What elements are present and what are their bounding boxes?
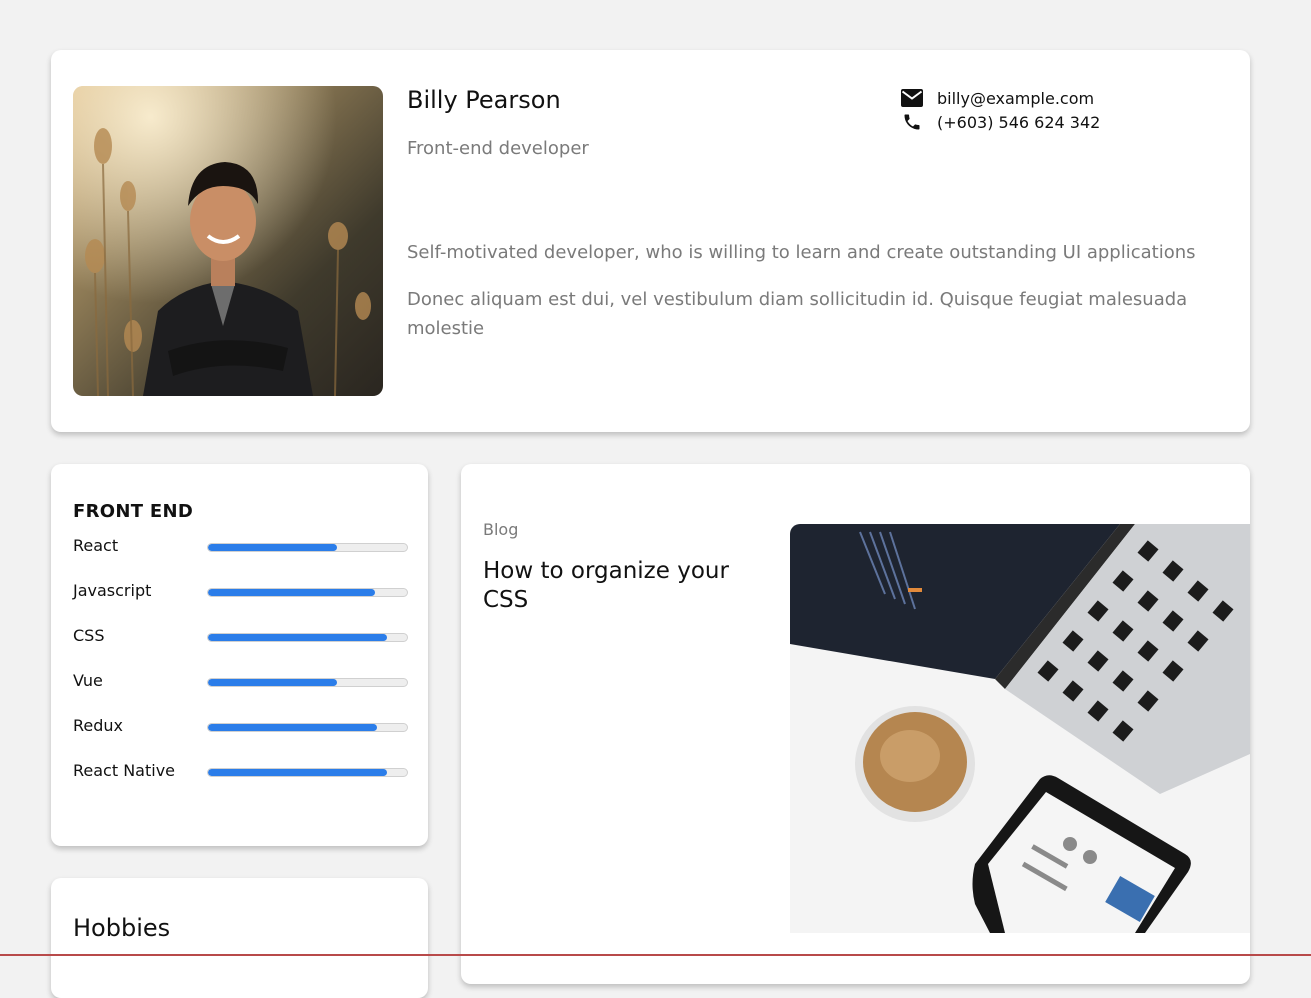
skill-progress-fill: [208, 679, 338, 686]
hobbies-card: Hobbies: [51, 878, 428, 998]
skill-row: Javascript: [73, 581, 408, 626]
skill-name: CSS: [73, 626, 105, 645]
skill-progress-bar: [207, 588, 408, 597]
skill-row: React Native: [73, 761, 408, 806]
skill-name: React Native: [73, 761, 176, 780]
skill-progress-fill: [208, 634, 388, 641]
blog-image[interactable]: [790, 524, 1250, 933]
phone-text[interactable]: (+603) 546 624 342: [937, 113, 1100, 132]
phone-icon: [901, 111, 923, 133]
skills-card: FRONT END React Javascript CSS Vue Redux Reac…: [51, 464, 428, 846]
skill-progress-bar: [207, 543, 408, 552]
skill-progress-fill: [208, 769, 388, 776]
skill-progress-fill: [208, 544, 338, 551]
blog-card[interactable]: Blog How to organize your CSS: [461, 464, 1250, 984]
hobbies-title: Hobbies: [73, 914, 171, 942]
envelope-icon: [901, 87, 923, 109]
profile-photo: [73, 86, 383, 396]
skill-row: CSS: [73, 626, 408, 671]
contact-email[interactable]: billy@example.com: [901, 86, 1100, 110]
skill-name: Javascript: [73, 581, 152, 600]
blog-category: Blog: [483, 520, 519, 539]
profile-about-line: Donec aliquam est dui, vel vestibulum di…: [407, 289, 1188, 339]
skill-progress-fill: [208, 589, 376, 596]
profile-about-line: Self-motivated developer, who is willing…: [407, 242, 1196, 263]
profile-role: Front-end developer: [407, 138, 589, 159]
skill-progress-fill: [208, 724, 378, 731]
skill-progress-bar: [207, 633, 408, 642]
contact-phone[interactable]: (+603) 546 624 342: [901, 110, 1100, 134]
skill-name: Redux: [73, 716, 124, 735]
contact-info: billy@example.com (+603) 546 624 342: [901, 86, 1100, 134]
skill-progress-bar: [207, 723, 408, 732]
skill-progress-bar: [207, 768, 408, 777]
email-text[interactable]: billy@example.com: [937, 89, 1094, 108]
skills-list: React Javascript CSS Vue Redux React Native: [73, 536, 408, 806]
skill-row: React: [73, 536, 408, 581]
skill-name: Vue: [73, 671, 103, 690]
blog-title[interactable]: How to organize your CSS: [483, 557, 733, 615]
skill-row: Vue: [73, 671, 408, 716]
skill-progress-bar: [207, 678, 408, 687]
profile-name: Billy Pearson: [407, 86, 561, 114]
skills-title: FRONT END: [73, 501, 194, 522]
skill-row: Redux: [73, 716, 408, 761]
profile-card: Billy Pearson Front-end developer Self-m…: [51, 50, 1250, 432]
skill-name: React: [73, 536, 119, 555]
